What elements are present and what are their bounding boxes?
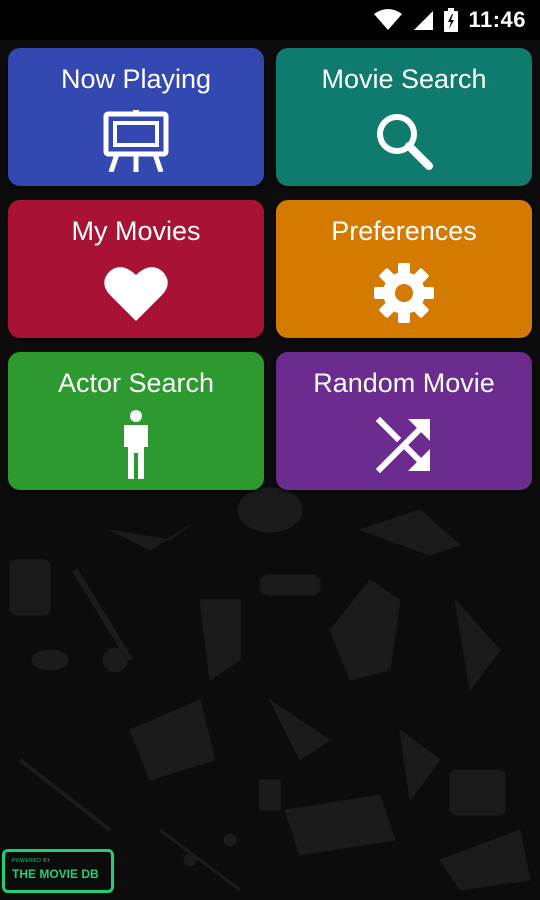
status-time: 11:46 — [468, 7, 526, 32]
powered-by-text: POWERED BY — [12, 858, 51, 864]
my-movies-label: My Movies — [71, 216, 201, 246]
now-playing-label: Now Playing — [60, 64, 212, 94]
wifi-icon — [374, 9, 403, 31]
random-movie-label: Random Movie — [313, 368, 495, 398]
preferences-tile[interactable]: Preferences — [276, 200, 532, 338]
my-movies-tile[interactable]: My Movies — [8, 200, 264, 338]
movie-search-tile[interactable]: Movie Search — [276, 48, 532, 186]
person-icon — [121, 410, 151, 480]
cell-signal-icon — [412, 9, 434, 31]
preferences-label: Preferences — [331, 216, 477, 246]
shuffle-icon — [372, 410, 436, 480]
menu-grid: Now Playing Movie Search My Movies Prefe… — [8, 48, 532, 490]
now-playing-tile[interactable]: Now Playing — [8, 48, 264, 186]
status-bar: 11:46 — [0, 0, 540, 40]
actor-search-label: Actor Search — [57, 368, 215, 398]
movie-search-label: Movie Search — [321, 64, 487, 94]
gear-icon — [372, 258, 436, 328]
easel-screen-icon — [103, 106, 169, 176]
search-icon — [373, 106, 435, 176]
tmdb-brand-text: THE MOVIE DB — [12, 867, 99, 881]
actor-search-tile[interactable]: Actor Search — [8, 352, 264, 490]
heart-icon — [103, 258, 169, 328]
random-movie-tile[interactable]: Random Movie — [276, 352, 532, 490]
battery-icon — [444, 8, 459, 32]
tmdb-logo: POWERED BY THE MOVIE DB — [2, 849, 114, 893]
